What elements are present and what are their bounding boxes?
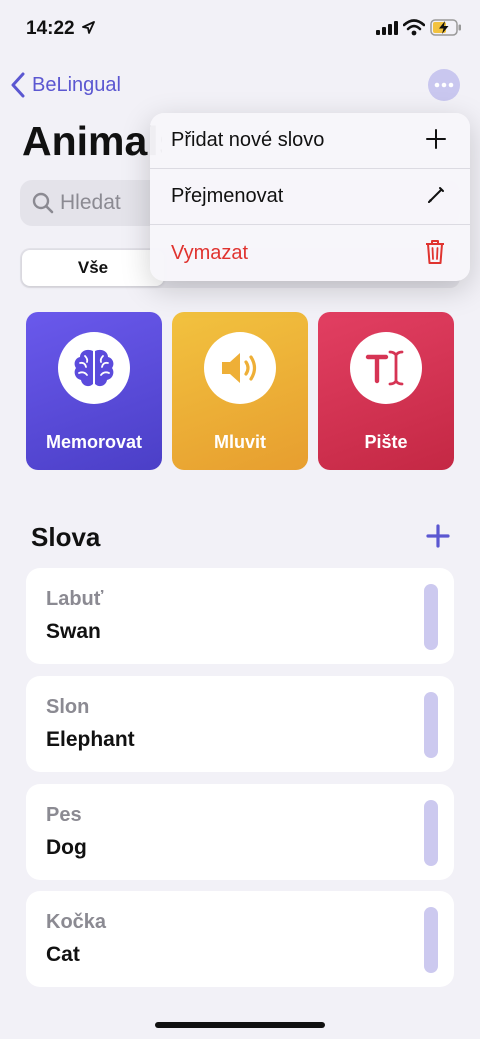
word-foreign: Dog xyxy=(46,836,87,859)
write-icon-circle xyxy=(350,332,422,404)
speak-mode-card[interactable]: Mluvit xyxy=(172,312,308,470)
memorize-icon-circle xyxy=(58,332,130,404)
brain-icon xyxy=(74,349,114,387)
word-progress-handle xyxy=(424,584,438,650)
ellipsis-icon xyxy=(434,82,454,88)
search-placeholder: Hledat xyxy=(60,191,121,214)
plus-icon xyxy=(426,129,446,149)
text-cursor-icon xyxy=(365,350,404,386)
word-foreign: Swan xyxy=(46,620,101,643)
wifi-icon xyxy=(403,19,425,36)
speak-mode-label: Mluvit xyxy=(214,432,266,452)
word-progress-handle xyxy=(424,692,438,758)
word-progress-handle xyxy=(424,907,438,973)
status-time: 14:22 xyxy=(26,18,75,39)
memorize-mode-card[interactable]: Memorovat xyxy=(26,312,162,470)
menu-item-rename[interactable]: Přejmenovat xyxy=(150,169,470,225)
battery-charging-icon xyxy=(430,19,461,36)
memorize-mode-label: Memorovat xyxy=(45,432,143,452)
word-foreign: Cat xyxy=(46,943,80,966)
pencil-icon xyxy=(428,187,444,203)
word-row[interactable]: Labuť Swan xyxy=(26,568,454,664)
trash-icon xyxy=(426,240,444,264)
word-progress-handle xyxy=(424,800,438,866)
word-native: Kočka xyxy=(46,911,107,933)
word-native: Labuť xyxy=(46,588,104,610)
write-mode-card[interactable]: Pište xyxy=(318,312,454,470)
word-native: Pes xyxy=(46,804,82,826)
magnifying-glass-icon xyxy=(32,192,54,214)
menu-item-label: Přidat nové slovo xyxy=(171,129,325,151)
word-row[interactable]: Slon Elephant xyxy=(26,676,454,772)
word-native: Slon xyxy=(46,696,90,718)
menu-item-label: Přejmenovat xyxy=(171,185,284,207)
speak-icon-circle xyxy=(204,332,276,404)
word-row[interactable]: Pes Dog xyxy=(26,784,454,880)
chevron-left-icon xyxy=(11,72,25,98)
word-row[interactable]: Kočka Cat xyxy=(26,891,454,987)
menu-item-label: Vymazat xyxy=(171,241,249,264)
page-title: Animals xyxy=(22,118,162,164)
menu-item-delete[interactable]: Vymazat xyxy=(150,225,470,281)
context-menu: Přidat nové slovo Přejmenovat Vymazat xyxy=(150,113,470,281)
word-foreign: Elephant xyxy=(46,728,135,751)
back-button-label: BeLingual xyxy=(32,73,121,96)
back-button[interactable]: BeLingual xyxy=(10,70,121,100)
location-arrow-icon xyxy=(82,21,95,34)
more-options-button[interactable] xyxy=(428,69,460,101)
segment-all[interactable]: Vše xyxy=(22,250,164,286)
home-indicator xyxy=(155,1022,325,1028)
status-bar: 14:22 xyxy=(0,0,480,60)
cellular-signal-icon xyxy=(376,21,398,35)
menu-item-add-word[interactable]: Přidat nové slovo xyxy=(150,113,470,169)
words-section-title: Slova xyxy=(31,522,101,552)
write-mode-label: Pište xyxy=(364,432,408,452)
speaker-icon xyxy=(222,353,257,383)
plus-icon[interactable] xyxy=(426,524,450,548)
